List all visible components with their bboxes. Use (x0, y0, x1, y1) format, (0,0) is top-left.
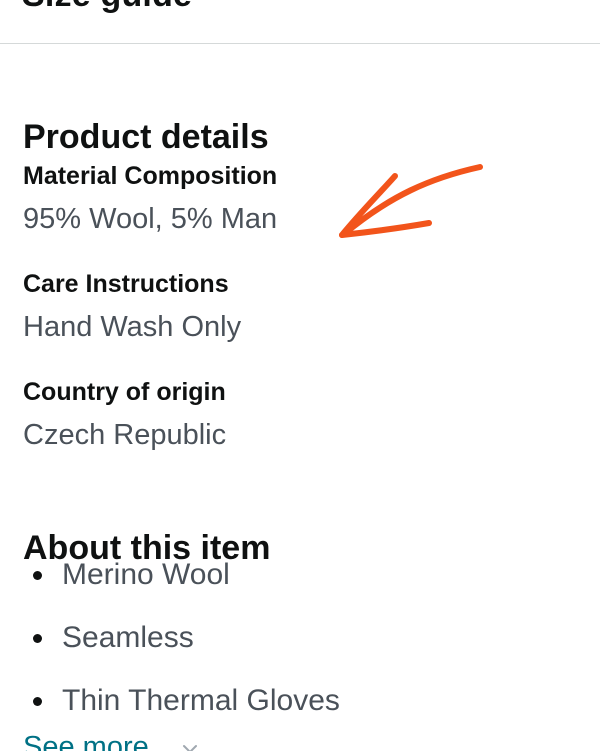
bullet-text: Merino Wool (62, 558, 230, 591)
care-instructions-value: Hand Wash Only (23, 311, 242, 343)
country-of-origin-value: Czech Republic (23, 419, 227, 451)
section-divider (0, 43, 600, 44)
list-item: Seamless (33, 623, 194, 653)
material-composition-label: Material Composition (23, 162, 278, 190)
size-guide-heading[interactable]: Size guide (22, 0, 192, 12)
material-composition-value: 95% Wool, 5% Man (23, 203, 278, 235)
product-page: Size guide Product details Material Comp… (0, 0, 600, 751)
bullet-text: Seamless (62, 621, 194, 654)
product-details-title: Product details (23, 118, 269, 157)
bullet-icon (33, 570, 42, 580)
country-of-origin-label: Country of origin (23, 378, 226, 406)
bullet-text: Thin Thermal Gloves (62, 684, 340, 717)
bullet-icon (33, 633, 42, 643)
bullet-icon (33, 696, 42, 706)
care-instructions-label: Care Instructions (23, 270, 229, 298)
chevron-down-icon[interactable] (181, 742, 199, 751)
list-item: Thin Thermal Gloves (33, 686, 340, 716)
list-item: Merino Wool (33, 560, 230, 590)
see-more-link[interactable]: See more (23, 733, 149, 751)
